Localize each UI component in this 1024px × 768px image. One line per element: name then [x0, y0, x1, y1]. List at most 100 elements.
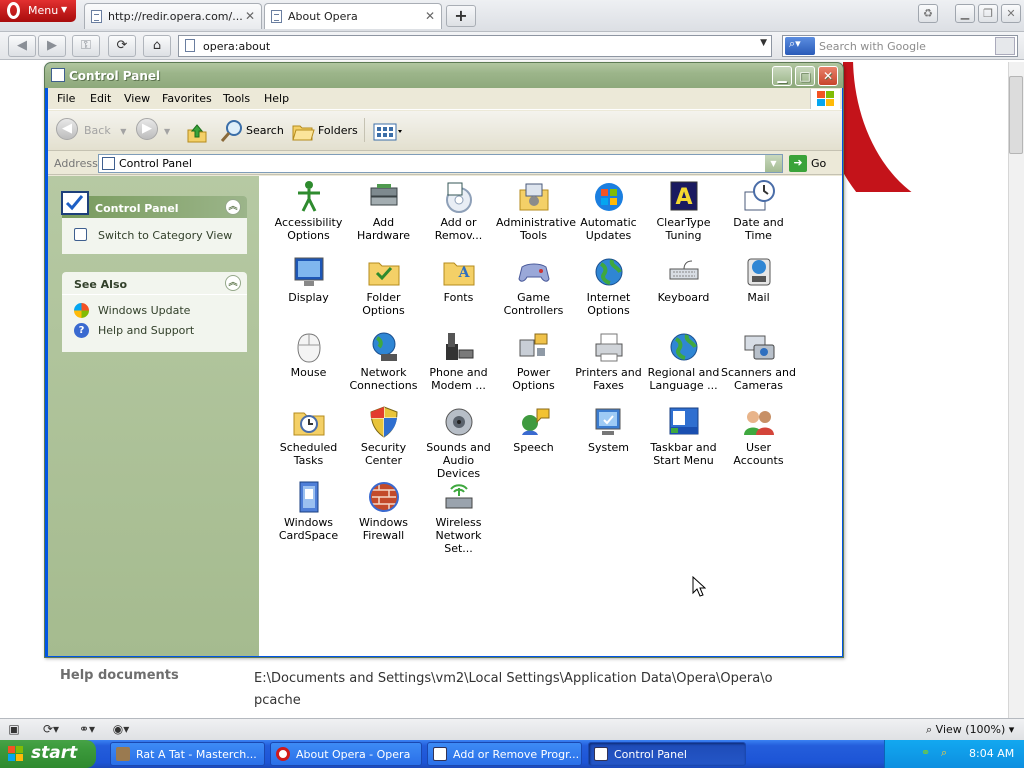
- item-fonts[interactable]: A Fonts: [421, 253, 496, 323]
- close-icon[interactable]: ✕: [425, 9, 435, 23]
- item-user-accounts[interactable]: User Accounts: [721, 403, 796, 473]
- close-button[interactable]: ✕: [818, 66, 838, 86]
- item-automatic-updates[interactable]: Automatic Updates: [571, 178, 646, 248]
- item-label: Display: [288, 291, 329, 304]
- collapse-icon[interactable]: ︽: [225, 275, 241, 291]
- item-cleartype-tuning[interactable]: A ClearType Tuning: [646, 178, 721, 248]
- go-arrow-icon: ➜: [789, 155, 807, 172]
- item-printers-and-faxes[interactable]: Printers and Faxes: [571, 328, 646, 398]
- forward-button[interactable]: ▶: [38, 35, 66, 57]
- menu-edit[interactable]: Edit: [90, 92, 111, 105]
- key-icon[interactable]: ⚿: [72, 35, 100, 57]
- close-icon[interactable]: ✕: [245, 9, 255, 23]
- start-button[interactable]: start: [0, 740, 96, 768]
- back-button[interactable]: ◀: [8, 35, 36, 57]
- item-regional-and-language[interactable]: Regional and Language ...: [646, 328, 721, 398]
- search-button[interactable]: Search: [220, 119, 284, 143]
- tab-title: About Opera: [288, 10, 358, 23]
- minimize-button[interactable]: ▁: [955, 4, 975, 23]
- zoom-control[interactable]: ⌕ View (100%) ▾: [926, 723, 1014, 737]
- item-windows-firewall[interactable]: Windows Firewall: [346, 478, 421, 548]
- chevron-down-icon[interactable]: ▼: [765, 155, 782, 172]
- tab-about-opera[interactable]: About Opera ✕: [264, 3, 442, 29]
- sync-icon[interactable]: ⟳▾: [42, 722, 60, 737]
- taskbar-button-rat-a-tat[interactable]: Rat A Tat - Masterch...: [110, 742, 265, 766]
- scrollbar-thumb[interactable]: [1009, 76, 1023, 154]
- item-speech[interactable]: Speech: [496, 403, 571, 473]
- taskbar-button-add-remove[interactable]: Add or Remove Progr...: [427, 742, 582, 766]
- opera-menu-button[interactable]: Menu ▼: [0, 0, 76, 22]
- new-tab-button[interactable]: +: [446, 5, 476, 27]
- views-button[interactable]: [364, 118, 404, 142]
- item-mail[interactable]: Mail: [721, 253, 796, 323]
- tab-redir[interactable]: http://redir.opera.com/... ✕: [84, 3, 262, 29]
- item-add-hardware[interactable]: Add Hardware: [346, 178, 421, 248]
- maximize-button[interactable]: □: [795, 66, 815, 86]
- minimize-button[interactable]: ▁: [772, 66, 792, 86]
- menu-help[interactable]: Help: [264, 92, 289, 105]
- menu-tools[interactable]: Tools: [223, 92, 250, 105]
- control-panel-panel-header[interactable]: Control Panel ︽: [61, 191, 247, 218]
- item-sounds-and-audio-devices[interactable]: Sounds and Audio Devices: [421, 403, 496, 480]
- window-title-bar[interactable]: Control Panel ▁ □ ✕: [45, 63, 843, 88]
- item-display[interactable]: Display: [271, 253, 346, 323]
- item-folder-options[interactable]: Folder Options: [346, 253, 421, 323]
- item-game-controllers[interactable]: Game Controllers: [496, 253, 571, 323]
- item-add-or-remove-programs[interactable]: Add or Remov...: [421, 178, 496, 248]
- item-internet-options[interactable]: Internet Options: [571, 253, 646, 323]
- item-wireless-network-setup[interactable]: Wireless Network Set...: [421, 478, 496, 555]
- search-icon[interactable]: [995, 37, 1015, 55]
- see-also-panel-header[interactable]: See Also ︽: [62, 272, 247, 294]
- item-scanners-and-cameras[interactable]: Scanners and Cameras: [721, 328, 796, 398]
- page-scrollbar[interactable]: [1008, 62, 1024, 718]
- unite-icon[interactable]: ⚭▾: [78, 722, 96, 737]
- help-and-support-link[interactable]: ? Help and Support: [74, 323, 194, 338]
- home-button[interactable]: ⌂: [143, 35, 171, 57]
- menu-file[interactable]: File: [57, 92, 75, 105]
- item-administrative-tools[interactable]: Administrative Tools: [496, 178, 576, 248]
- item-power-options[interactable]: Power Options: [496, 328, 571, 398]
- zoom-label: View (100%): [935, 723, 1006, 736]
- scheduled-tasks-icon: [292, 405, 326, 439]
- item-date-and-time[interactable]: Date and Time: [721, 178, 796, 248]
- panel-toggle-icon[interactable]: ▣: [5, 722, 23, 737]
- chevron-down-icon[interactable]: ▼: [760, 38, 767, 48]
- item-taskbar-and-start-menu[interactable]: Taskbar and Start Menu: [646, 403, 721, 473]
- close-button[interactable]: ✕: [1001, 4, 1021, 23]
- opera-logo-icon: [7, 2, 20, 19]
- item-accessibility-options[interactable]: Accessibility Options: [271, 178, 346, 248]
- taskbar-button-control-panel[interactable]: Control Panel: [588, 742, 746, 766]
- collapse-icon[interactable]: ︽: [225, 199, 241, 215]
- address-input[interactable]: Control Panel ▼: [98, 154, 783, 173]
- restore-button[interactable]: ❐: [978, 4, 998, 23]
- item-security-center[interactable]: Security Center: [346, 403, 421, 473]
- windows-update-link[interactable]: Windows Update: [74, 303, 190, 318]
- search-input[interactable]: ⌕▾ Search with Google: [782, 35, 1018, 57]
- taskbar-button-about-opera[interactable]: About Opera - Opera: [270, 742, 422, 766]
- back-button[interactable]: ◀ Back ▼: [56, 118, 126, 143]
- forward-button[interactable]: ▶ ▼: [136, 118, 170, 143]
- search-engine-icon[interactable]: ⌕▾: [785, 37, 815, 55]
- up-folder-button[interactable]: [186, 117, 207, 143]
- go-button[interactable]: ➜ Go: [789, 155, 826, 172]
- menu-favorites[interactable]: Favorites: [162, 92, 212, 105]
- item-network-connections[interactable]: Network Connections: [346, 328, 421, 398]
- item-label: Add or Remov...: [434, 216, 483, 242]
- reload-button[interactable]: ⟳: [108, 35, 136, 57]
- clock[interactable]: 8:04 AM: [969, 747, 1014, 760]
- item-mouse[interactable]: Mouse: [271, 328, 346, 398]
- network-icon[interactable]: ⚭: [921, 746, 937, 762]
- folders-button[interactable]: Folders: [292, 119, 358, 143]
- turbo-icon[interactable]: ◉▾: [112, 722, 130, 737]
- switch-to-category-view-link[interactable]: Switch to Category View: [74, 228, 232, 242]
- item-windows-cardspace[interactable]: Windows CardSpace: [271, 478, 346, 548]
- item-phone-and-modem[interactable]: Phone and Modem ...: [421, 328, 496, 398]
- address-field[interactable]: opera:about ▼: [178, 35, 772, 57]
- back-label: Back: [84, 124, 111, 137]
- item-scheduled-tasks[interactable]: Scheduled Tasks: [271, 403, 346, 473]
- menu-view[interactable]: View: [124, 92, 150, 105]
- item-keyboard[interactable]: Keyboard: [646, 253, 721, 323]
- item-system[interactable]: System: [571, 403, 646, 473]
- trash-icon[interactable]: ♻: [918, 4, 938, 23]
- search-icon[interactable]: ⌕: [941, 746, 957, 762]
